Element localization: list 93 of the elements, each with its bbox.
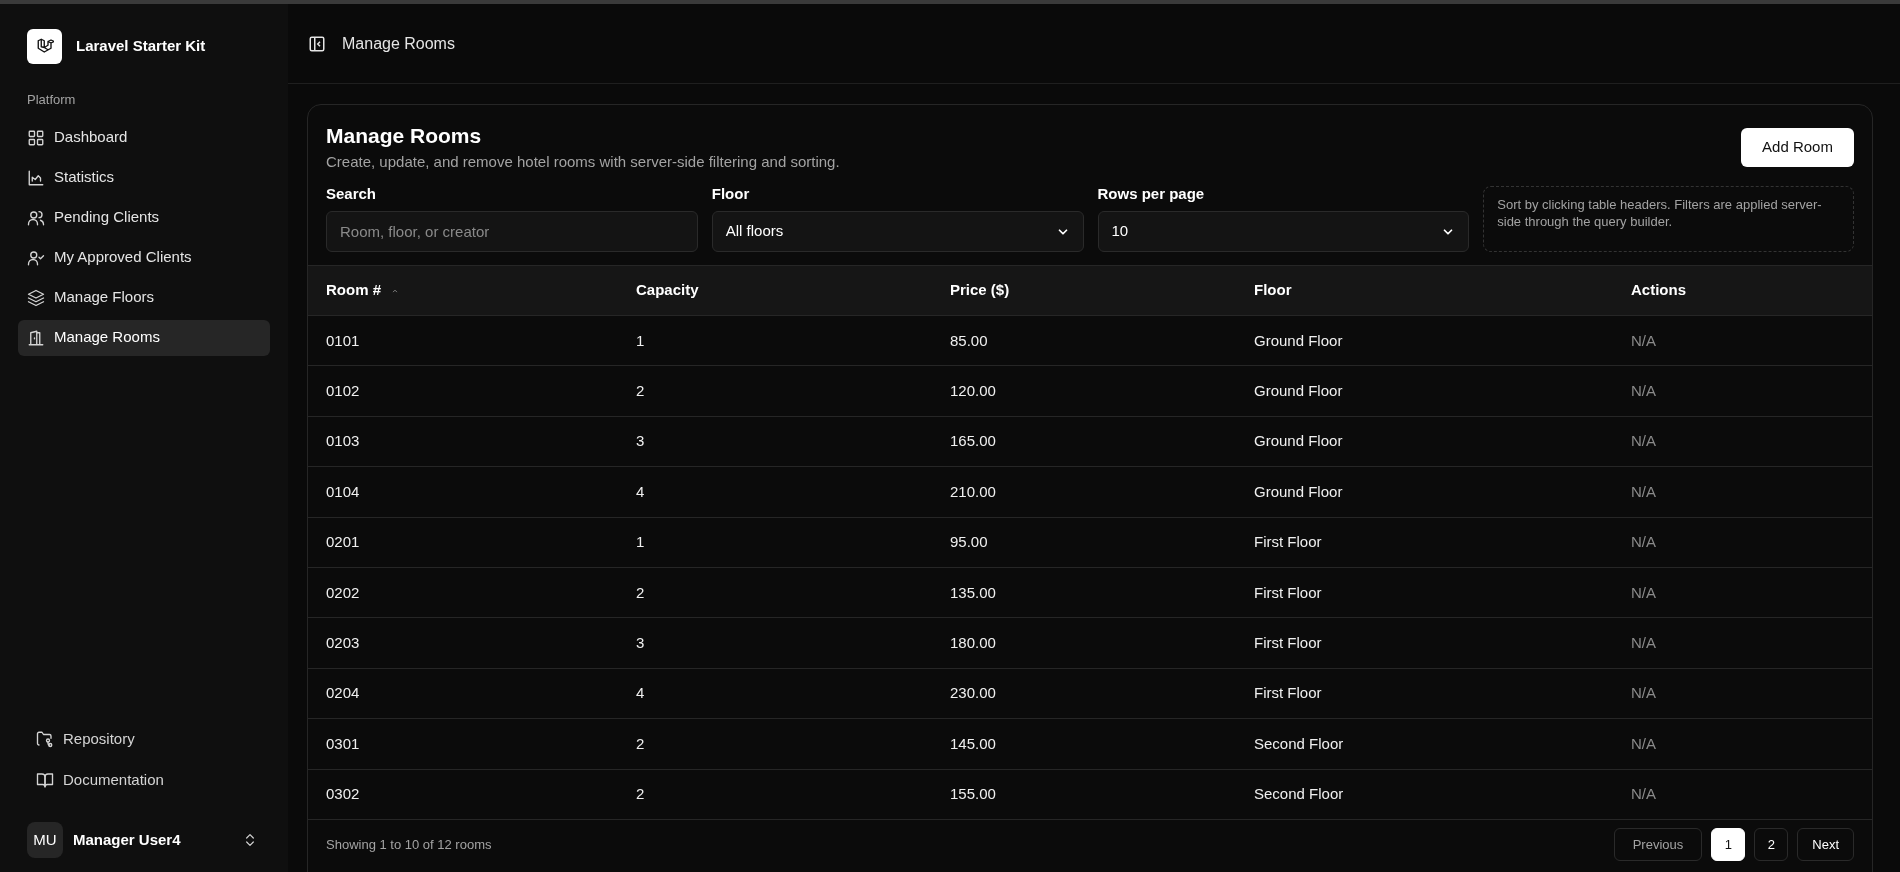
- table-cell: 145.00: [950, 734, 996, 752]
- table-cell: 0202: [326, 583, 360, 601]
- column-header[interactable]: Actions: [1631, 279, 1686, 302]
- user-check-icon: [27, 248, 45, 267]
- pagination-summary: Showing 1 to 10 of 12 rooms: [326, 836, 492, 855]
- sidebar-item[interactable]: Manage Rooms: [18, 319, 270, 356]
- table-cell: 0301: [326, 734, 360, 752]
- table-cell: 230.00: [950, 684, 996, 702]
- sidebar-link[interactable]: Repository: [18, 722, 270, 756]
- folder-icon: [36, 730, 54, 748]
- table-cell: 1: [636, 331, 645, 349]
- sidebar-item[interactable]: Pending Clients: [18, 199, 270, 236]
- table-cell: 0103: [326, 432, 360, 450]
- table-cell: Second Floor: [1254, 785, 1344, 803]
- sidebar-item[interactable]: Dashboard: [18, 119, 270, 156]
- table-cell: N/A: [1631, 533, 1656, 551]
- column-header[interactable]: Price ($): [950, 279, 1010, 302]
- table-cell: 85.00: [950, 331, 988, 349]
- table-cell: Ground Floor: [1254, 331, 1343, 349]
- next-button[interactable]: Next: [1797, 828, 1854, 862]
- table-cell: 2: [636, 734, 645, 752]
- door-icon: [27, 328, 45, 347]
- column-header[interactable]: Capacity: [636, 279, 699, 302]
- table-cell: 0102: [326, 382, 360, 400]
- table-cell: 210.00: [950, 482, 996, 500]
- sidebar-item[interactable]: My Approved Clients: [18, 239, 270, 276]
- table-cell: First Floor: [1254, 583, 1322, 601]
- table-cell: First Floor: [1254, 533, 1322, 551]
- table-cell: N/A: [1631, 734, 1656, 752]
- table-cell: 165.00: [950, 432, 996, 450]
- table-cell: 135.00: [950, 583, 996, 601]
- sidebar-item[interactable]: Manage Floors: [18, 279, 270, 316]
- table-cell: N/A: [1631, 432, 1656, 450]
- table-cell: N/A: [1631, 382, 1656, 400]
- table-cell: 0203: [326, 634, 360, 652]
- page-button[interactable]: 1: [1711, 828, 1746, 862]
- table-cell: 2: [636, 382, 645, 400]
- table-cell: N/A: [1631, 331, 1656, 349]
- page-button[interactable]: 2: [1754, 828, 1789, 862]
- page-title: Manage Rooms: [342, 33, 455, 54]
- column-header[interactable]: Floor: [1254, 279, 1292, 302]
- hint-note: Sort by clicking table headers. Filters are applied server-side through the query builder.: [1483, 186, 1854, 252]
- users-icon: [27, 208, 45, 227]
- section-label: Platform: [27, 91, 77, 109]
- brand-name: Laravel Starter Kit: [76, 35, 206, 56]
- table-cell: 4: [636, 684, 645, 702]
- table-cell: First Floor: [1254, 634, 1322, 652]
- table-cell: 0101: [326, 331, 360, 349]
- sidebar-toggle-icon[interactable]: [308, 34, 326, 53]
- add-room-button[interactable]: Add Room: [1741, 128, 1854, 167]
- table-cell: N/A: [1631, 634, 1656, 652]
- previous-button[interactable]: Previous: [1613, 828, 1703, 862]
- sidebar-item[interactable]: Statistics: [18, 159, 270, 196]
- field-label: Rows per page: [1097, 183, 1206, 204]
- table-cell: Ground Floor: [1254, 382, 1343, 400]
- table-cell: 0104: [326, 482, 360, 500]
- table-cell: N/A: [1631, 482, 1656, 500]
- laravel-logo-icon: [35, 37, 54, 55]
- table-cell: 0302: [326, 785, 360, 803]
- table-cell: Ground Floor: [1254, 432, 1343, 450]
- table-cell: 1: [636, 533, 645, 551]
- table-cell: N/A: [1631, 785, 1656, 803]
- select-field[interactable]: 10: [1097, 211, 1470, 252]
- table-cell: First Floor: [1254, 684, 1322, 702]
- sidebar-link[interactable]: Documentation: [18, 763, 270, 797]
- book-icon: [36, 771, 54, 789]
- table-cell: N/A: [1631, 684, 1656, 702]
- table-cell: 3: [636, 432, 645, 450]
- table-cell: 4: [636, 482, 645, 500]
- select-field[interactable]: All floors: [711, 211, 1084, 252]
- dashboard-grid-icon: [27, 128, 45, 147]
- field-label: Floor: [711, 183, 751, 204]
- table-cell: 180.00: [950, 634, 996, 652]
- field-label: Search: [326, 183, 378, 204]
- table-cell: 155.00: [950, 785, 996, 803]
- table-cell: Second Floor: [1254, 734, 1344, 752]
- chart-icon: [27, 168, 45, 187]
- table-cell: 0204: [326, 684, 360, 702]
- layers-icon: [27, 288, 45, 307]
- table-cell: Ground Floor: [1254, 482, 1343, 500]
- table-cell: 95.00: [950, 533, 988, 551]
- table-cell: N/A: [1631, 583, 1656, 601]
- table-cell: 120.00: [950, 382, 996, 400]
- column-header[interactable]: Room #: [326, 279, 400, 302]
- table-cell: 3: [636, 634, 645, 652]
- card-title: Manage Rooms: [326, 123, 483, 149]
- user-avatar: MU: [27, 822, 63, 858]
- table-cell: 2: [636, 583, 645, 601]
- user-name: Manager User4: [73, 829, 182, 850]
- table-cell: 0201: [326, 533, 360, 551]
- search-field[interactable]: Room, floor, or creator: [326, 211, 698, 252]
- table-cell: 2: [636, 785, 645, 803]
- card-subtitle: Create, update, and remove hotel rooms with server-side filtering and sorting.: [326, 152, 840, 172]
